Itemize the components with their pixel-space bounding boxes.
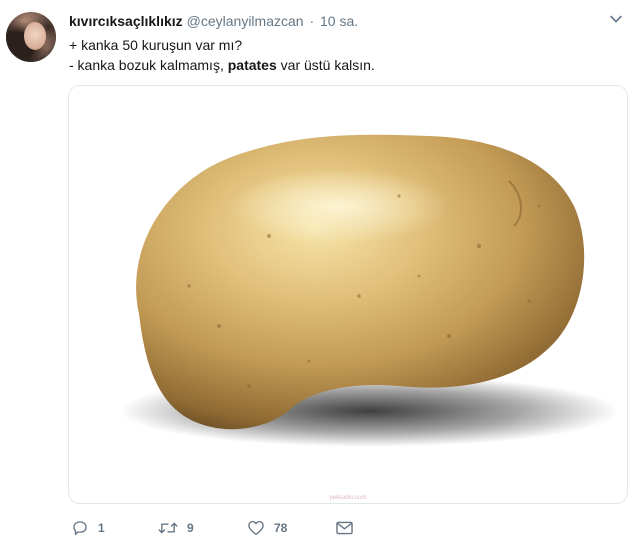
reply-icon xyxy=(73,521,87,536)
tweet-line-2-bold: patates xyxy=(227,57,277,73)
action-bar: 1 9 78 xyxy=(71,519,591,541)
tweet[interactable]: kıvırcıksaçlıklıkız @ceylanyilmazcan · 10… xyxy=(0,0,635,546)
tweet-text: + kanka 50 kuruşun var mı? - kanka bozuk… xyxy=(69,35,375,75)
envelope-icon xyxy=(336,521,353,535)
like-count: 78 xyxy=(274,521,288,535)
like-button[interactable]: 78 xyxy=(247,519,287,537)
reply-button[interactable]: 1 xyxy=(71,519,105,537)
tweet-media[interactable]: pekkadin.com xyxy=(68,85,628,504)
direct-message-button[interactable] xyxy=(335,519,354,537)
potato-highlight xyxy=(229,168,449,244)
tweet-line-2: - kanka bozuk kalmamış, patates var üstü… xyxy=(69,55,375,75)
media-watermark: pekkadin.com xyxy=(329,495,367,501)
reply-count: 1 xyxy=(98,521,105,535)
tweet-line-1: + kanka 50 kuruşun var mı? xyxy=(69,37,243,53)
tweet-header: kıvırcıksaçlıklıkız @ceylanyilmazcan · 10… xyxy=(69,12,358,30)
potato-image xyxy=(119,134,619,447)
retweet-button[interactable]: 9 xyxy=(158,519,194,537)
chevron-down-icon[interactable] xyxy=(609,12,623,26)
separator-dot: · xyxy=(309,13,315,29)
avatar[interactable] xyxy=(6,12,56,62)
heart-icon xyxy=(248,520,264,536)
avatar-face xyxy=(24,22,46,50)
user-handle[interactable]: @ceylanyilmazcan xyxy=(187,13,304,29)
retweet-icon xyxy=(158,522,178,534)
timestamp[interactable]: 10 sa. xyxy=(320,13,358,29)
retweet-count: 9 xyxy=(187,521,194,535)
display-name[interactable]: kıvırcıksaçlıklıkız xyxy=(69,13,183,29)
tweet-line-2-start: - kanka bozuk kalmamış, xyxy=(69,57,228,73)
tweet-line-2-end: var üstü kalsın. xyxy=(276,57,375,73)
